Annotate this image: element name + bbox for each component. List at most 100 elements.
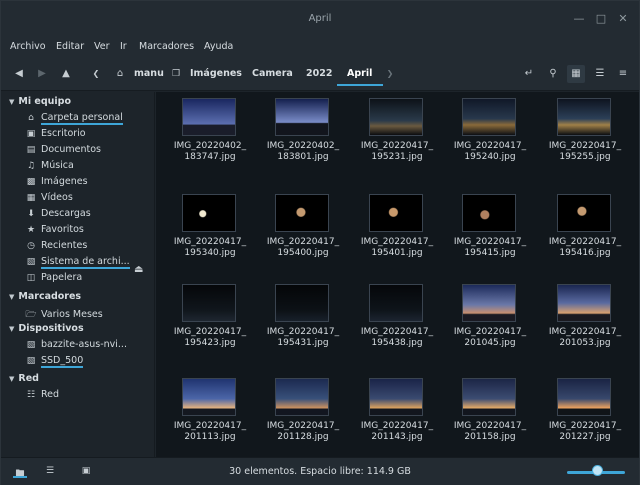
image-thumbnail [369, 284, 423, 322]
section-label: Red [18, 373, 39, 384]
maximize-icon[interactable]: □ [593, 11, 609, 27]
menu-marcadores[interactable]: Marcadores [139, 41, 194, 52]
image-thumbnail [369, 194, 423, 232]
drive-icon: ▧ [26, 257, 36, 267]
list-view-icon[interactable]: ☰ [591, 65, 609, 83]
sidebar-item-red[interactable]: ☷ Red [25, 389, 153, 405]
file-name-line1: IMG_20220417_ [548, 141, 622, 151]
file-name-line2: 195431.jpg [277, 338, 329, 348]
file-item[interactable]: IMG_20220402_ 183801.jpg [263, 98, 355, 184]
file-item[interactable]: IMG_20220417_ 195231.jpg [357, 98, 449, 184]
sidebar-item-ssd-500[interactable]: ▧ SSD_500 [25, 355, 129, 371]
file-item[interactable]: IMG_20220417_ 195423.jpg [170, 284, 262, 370]
sidebar-item-carpeta-personal[interactable]: ⌂ Carpeta personal [25, 112, 153, 128]
file-item[interactable]: IMG_20220417_ 201158.jpg [450, 378, 542, 464]
close-icon[interactable]: ✕ [615, 11, 631, 27]
crumb-april[interactable]: April [347, 68, 372, 79]
file-name: IMG_20220417_ 195340.jpg [164, 237, 256, 259]
sidebar-item-bazzite[interactable]: ▧ bazzite-asus-nvi... [25, 339, 129, 355]
section-red[interactable]: ▼ Red [9, 373, 39, 384]
menu-ir[interactable]: Ir [120, 41, 127, 52]
file-item[interactable]: IMG_20220402_ 183747.jpg [170, 98, 262, 184]
file-name: IMG_20220417_ 195423.jpg [164, 327, 256, 349]
drive-icon: ▧ [26, 340, 36, 350]
menu-editar[interactable]: Editar [56, 41, 84, 52]
crumb-imagenes[interactable]: Imágenes [190, 68, 242, 79]
minimize-icon[interactable]: — [571, 11, 587, 27]
file-name-line2: 201227.jpg [559, 432, 611, 442]
back-icon[interactable]: ◀ [10, 65, 28, 83]
file-name-line1: IMG_20220417_ [548, 237, 622, 247]
breadcrumb-left-icon[interactable]: ❮ [87, 65, 105, 83]
sidebar-item-escritorio[interactable]: ▣ Escritorio [25, 128, 153, 144]
titlebar[interactable]: April — □ ✕ [1, 1, 639, 37]
file-name: IMG_20220417_ 195400.jpg [257, 237, 349, 259]
search-icon[interactable]: ⚲ [544, 65, 562, 83]
icon-view-icon[interactable]: ▦ [567, 65, 585, 83]
sidebar-item-varios-meses[interactable]: 🗁 Varios Meses [25, 307, 153, 323]
sidebar-item-favoritos[interactable]: ★ Favoritos [25, 224, 153, 240]
file-item[interactable]: IMG_20220417_ 195401.jpg [357, 194, 449, 280]
section-dispositivos[interactable]: ▼ Dispositivos [9, 323, 84, 334]
image-thumbnail [182, 194, 236, 232]
image-thumbnail [557, 378, 611, 416]
sidebar-item-documentos[interactable]: ▤ Documentos [25, 144, 153, 160]
menu-ayuda[interactable]: Ayuda [204, 41, 233, 52]
file-item[interactable]: IMG_20220417_ 201143.jpg [357, 378, 449, 464]
file-name-line2: 195415.jpg [464, 248, 516, 258]
sidebar-item-descargas[interactable]: ⬇ Descargas [25, 208, 153, 224]
file-item[interactable]: IMG_20220417_ 201045.jpg [450, 284, 542, 370]
file-name: IMG_20220402_ 183747.jpg [164, 141, 256, 163]
zoom-slider-handle[interactable] [592, 465, 603, 476]
sidebar-item-musica[interactable]: ♫ Música [25, 160, 153, 176]
scrollbar[interactable] [623, 92, 639, 457]
trash-icon: ◫ [26, 273, 36, 283]
section-mi-equipo[interactable]: ▼ Mi equipo [9, 96, 71, 107]
section-marcadores[interactable]: ▼ Marcadores [9, 291, 81, 302]
image-thumbnail [182, 378, 236, 416]
file-item[interactable]: IMG_20220417_ 195400.jpg [263, 194, 355, 280]
file-name-line2: 195416.jpg [559, 248, 611, 258]
image-thumbnail [275, 284, 329, 322]
file-item[interactable]: IMG_20220417_ 195438.jpg [357, 284, 449, 370]
sidebar-item-label: Música [41, 160, 74, 171]
sidebar-item-label: SSD_500 [41, 355, 84, 368]
forward-icon[interactable]: ▶ [33, 65, 51, 83]
document-icon: ▤ [26, 145, 36, 155]
home-icon: ⌂ [28, 113, 34, 123]
file-item[interactable]: IMG_20220417_ 195340.jpg [170, 194, 262, 280]
compact-view-icon[interactable]: ≡ [614, 65, 632, 83]
sidebar-item-label: Documentos [41, 144, 101, 155]
crumb-camera[interactable]: Camera [252, 68, 293, 79]
up-icon[interactable]: ▲ [57, 65, 75, 83]
breadcrumb-right-icon[interactable]: ❯ [381, 65, 399, 83]
file-manager-window: April — □ ✕ Archivo Editar Ver Ir Marcad… [0, 0, 640, 485]
crumb-manu[interactable]: manu [134, 68, 164, 79]
eject-icon[interactable]: ⏏ [134, 264, 143, 275]
menu-ver[interactable]: Ver [94, 41, 110, 52]
file-name-line1: IMG_20220417_ [453, 421, 527, 431]
home-icon[interactable]: ⌂ [111, 65, 129, 83]
path-toggle-icon[interactable]: ↵ [520, 65, 538, 83]
file-name: IMG_20220417_ 201158.jpg [444, 421, 536, 443]
download-icon: ⬇ [27, 209, 35, 219]
file-item[interactable]: IMG_20220417_ 195431.jpg [263, 284, 355, 370]
sidebar-item-recientes[interactable]: ◷ Recientes [25, 240, 153, 256]
sidebar-item-label: Imágenes [41, 176, 88, 187]
image-thumbnail [462, 284, 516, 322]
sidebar-item-videos[interactable]: ▦ Vídeos [25, 192, 153, 208]
file-name-line2: 201128.jpg [277, 432, 329, 442]
crumb-2022[interactable]: 2022 [306, 68, 332, 79]
menu-archivo[interactable]: Archivo [10, 41, 46, 52]
menubar: Archivo Editar Ver Ir Marcadores Ayuda [1, 37, 639, 57]
file-item[interactable]: IMG_20220417_ 201128.jpg [263, 378, 355, 464]
sidebar-item-label: Papelera [41, 272, 83, 283]
file-name-line1: IMG_20220417_ [173, 327, 247, 337]
file-name-line2: 195401.jpg [371, 248, 423, 258]
sidebar-item-imagenes[interactable]: ▩ Imágenes [25, 176, 153, 192]
file-item[interactable]: IMG_20220417_ 195415.jpg [450, 194, 542, 280]
file-name-line1: IMG_20220417_ [173, 237, 247, 247]
file-item[interactable]: IMG_20220417_ 195240.jpg [450, 98, 542, 184]
image-thumbnail [182, 284, 236, 322]
file-item[interactable]: IMG_20220417_ 201113.jpg [170, 378, 262, 464]
